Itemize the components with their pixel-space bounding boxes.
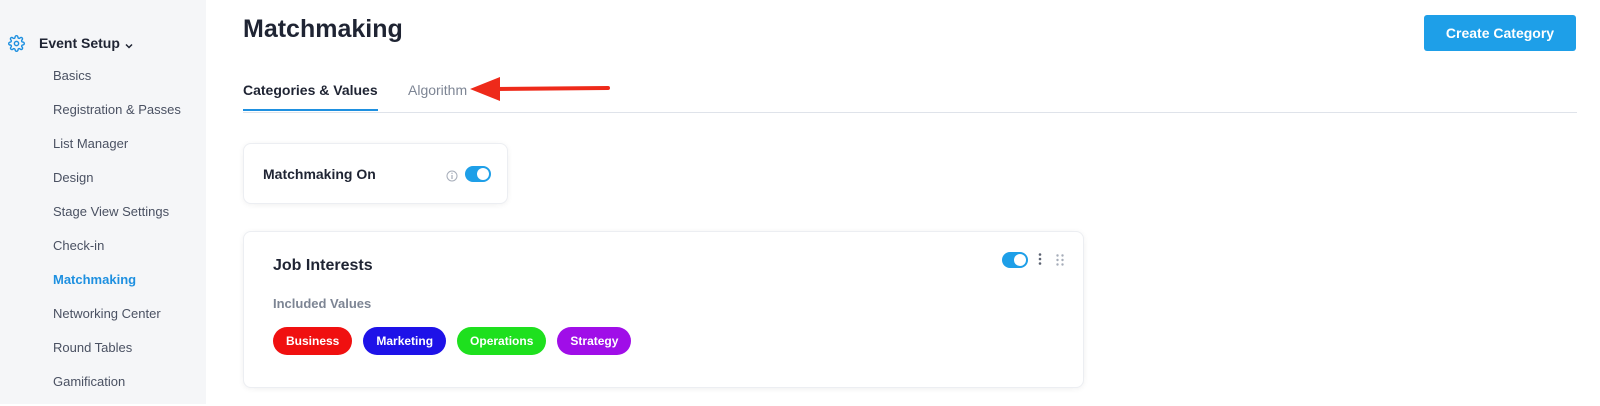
annotation-arrow-icon	[470, 77, 610, 101]
sidebar-item-basics[interactable]: Basics	[53, 66, 181, 100]
matchmaking-on-label: Matchmaking On	[263, 166, 376, 182]
matchmaking-toggle[interactable]	[465, 166, 491, 182]
sidebar-item-stage-view-settings[interactable]: Stage View Settings	[53, 202, 181, 236]
matchmaking-toggle-card: Matchmaking On	[243, 143, 508, 204]
toggle-knob	[477, 168, 489, 180]
toggle-knob	[1014, 254, 1026, 266]
sidebar-item-matchmaking[interactable]: Matchmaking	[53, 270, 181, 304]
sidebar: Event Setup Basics Registration & Passes…	[0, 0, 206, 404]
value-chip-strategy: Strategy	[557, 327, 632, 355]
sidebar-nav: Basics Registration & Passes List Manage…	[53, 66, 181, 406]
value-chip-operations: Operations	[457, 327, 547, 355]
sidebar-item-networking-center[interactable]: Networking Center	[53, 304, 181, 338]
sidebar-item-round-tables[interactable]: Round Tables	[53, 338, 181, 372]
sidebar-section-event-setup[interactable]: Event Setup	[8, 33, 134, 53]
value-chips: Business Marketing Operations Strategy	[273, 327, 642, 355]
sidebar-item-registration-passes[interactable]: Registration & Passes	[53, 100, 181, 134]
category-toggle[interactable]	[1002, 252, 1028, 268]
category-card: Job Interests Included Values Business M…	[243, 231, 1084, 388]
tab-categories-values[interactable]: Categories & Values	[243, 82, 378, 111]
chevron-down-icon	[124, 38, 134, 49]
more-options-icon[interactable]	[1037, 252, 1043, 266]
sidebar-item-check-in[interactable]: Check-in	[53, 236, 181, 270]
sidebar-section-title: Event Setup	[39, 35, 120, 51]
tab-algorithm[interactable]: Algorithm	[408, 82, 467, 98]
value-chip-business: Business	[273, 327, 353, 355]
sidebar-item-gamification[interactable]: Gamification	[53, 372, 181, 406]
tab-bar: Categories & Values Algorithm	[243, 74, 1577, 113]
create-category-button[interactable]: Create Category	[1424, 15, 1576, 51]
sidebar-item-design[interactable]: Design	[53, 168, 181, 202]
drag-handle-icon[interactable]	[1055, 253, 1065, 267]
sidebar-item-list-manager[interactable]: List Manager	[53, 134, 181, 168]
gear-icon	[8, 34, 25, 52]
category-title: Job Interests	[273, 257, 373, 274]
included-values-label: Included Values	[273, 296, 372, 311]
page-title: Matchmaking	[243, 15, 403, 43]
value-chip-marketing: Marketing	[363, 327, 447, 355]
info-icon[interactable]	[446, 169, 458, 182]
